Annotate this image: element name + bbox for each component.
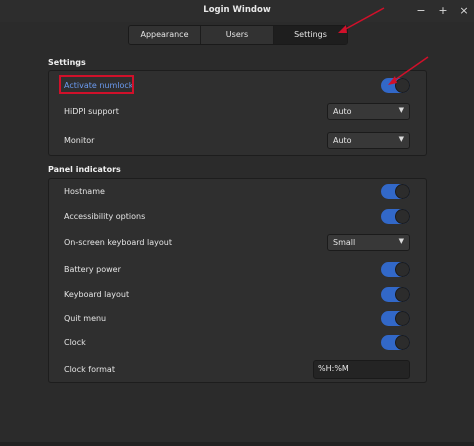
accessibility-label: Accessibility options bbox=[64, 212, 146, 221]
close-icon[interactable]: × bbox=[457, 3, 471, 19]
hidpi-label: HiDPI support bbox=[64, 107, 119, 116]
accessibility-switch[interactable] bbox=[381, 209, 410, 224]
hostname-row: Hostname bbox=[49, 179, 426, 205]
monitor-value: Auto bbox=[333, 136, 352, 145]
panel-indicators-title: Panel indicators bbox=[48, 165, 121, 174]
hostname-label: Hostname bbox=[64, 187, 105, 196]
clock-switch[interactable] bbox=[381, 335, 410, 350]
quit-menu-row: Quit menu bbox=[49, 306, 426, 332]
osk-layout-row: On-screen keyboard layout Small ▼ bbox=[49, 230, 426, 256]
tab-settings[interactable]: Settings bbox=[274, 26, 347, 44]
monitor-row: Monitor Auto ▼ bbox=[49, 128, 426, 154]
hidpi-dropdown[interactable]: Auto ▼ bbox=[327, 103, 410, 120]
window-title: Login Window bbox=[203, 5, 271, 15]
quit-menu-label: Quit menu bbox=[64, 314, 107, 323]
switch-knob bbox=[395, 209, 410, 224]
minimize-icon[interactable]: − bbox=[414, 3, 428, 19]
switch-knob bbox=[395, 311, 410, 326]
chevron-down-icon: ▼ bbox=[398, 135, 404, 143]
switch-knob bbox=[395, 335, 410, 350]
battery-label: Battery power bbox=[64, 265, 121, 274]
clock-format-row: Clock format bbox=[49, 357, 426, 383]
switch-knob bbox=[395, 184, 410, 199]
clock-label: Clock bbox=[64, 338, 86, 347]
clock-format-label: Clock format bbox=[64, 365, 115, 374]
switch-knob bbox=[395, 287, 410, 302]
numlock-highlight-box bbox=[59, 75, 134, 94]
keyboard-layout-switch[interactable] bbox=[381, 287, 410, 302]
battery-switch[interactable] bbox=[381, 262, 410, 277]
osk-layout-label: On-screen keyboard layout bbox=[64, 238, 172, 247]
tab-users[interactable]: Users bbox=[201, 26, 274, 44]
hostname-switch[interactable] bbox=[381, 184, 410, 199]
tab-bar: Appearance Users Settings bbox=[128, 25, 348, 45]
monitor-label: Monitor bbox=[64, 136, 95, 145]
numlock-switch[interactable] bbox=[381, 78, 410, 93]
osk-layout-dropdown[interactable]: Small ▼ bbox=[327, 234, 410, 251]
chevron-down-icon: ▼ bbox=[398, 106, 404, 114]
clock-row: Clock bbox=[49, 330, 426, 356]
maximize-icon[interactable]: + bbox=[436, 3, 450, 19]
battery-row: Battery power bbox=[49, 257, 426, 283]
hidpi-row: HiDPI support Auto ▼ bbox=[49, 99, 426, 125]
clock-format-field[interactable] bbox=[313, 360, 410, 379]
accessibility-row: Accessibility options bbox=[49, 204, 426, 230]
settings-section-title: Settings bbox=[48, 58, 86, 67]
switch-knob bbox=[395, 78, 410, 93]
keyboard-layout-row: Keyboard layout bbox=[49, 282, 426, 308]
keyboard-layout-label: Keyboard layout bbox=[64, 290, 130, 299]
panel-indicators-panel: Hostname Accessibility options On-screen… bbox=[48, 178, 427, 383]
bottom-edge bbox=[0, 442, 474, 446]
monitor-dropdown[interactable]: Auto ▼ bbox=[327, 132, 410, 149]
osk-layout-value: Small bbox=[333, 238, 356, 247]
hidpi-value: Auto bbox=[333, 107, 352, 116]
title-bar: Login Window − + × bbox=[0, 0, 474, 22]
quit-menu-switch[interactable] bbox=[381, 311, 410, 326]
clock-format-input[interactable] bbox=[318, 364, 406, 373]
tab-appearance[interactable]: Appearance bbox=[129, 26, 201, 44]
chevron-down-icon: ▼ bbox=[398, 237, 404, 245]
switch-knob bbox=[395, 262, 410, 277]
